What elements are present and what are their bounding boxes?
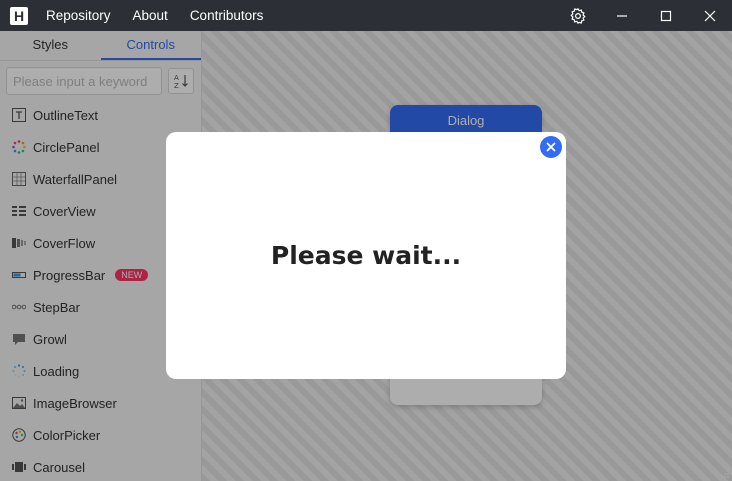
minimize-icon: [617, 14, 627, 17]
maximize-button[interactable]: [644, 0, 688, 31]
dialog-close-button[interactable]: [540, 136, 562, 158]
close-icon: [546, 142, 556, 152]
settings-button[interactable]: [556, 0, 600, 31]
wait-message: Please wait...: [270, 241, 462, 270]
gear-icon: [570, 7, 586, 24]
menu-contributors[interactable]: Contributors: [190, 8, 264, 23]
menu-repository[interactable]: Repository: [46, 8, 111, 23]
minimize-button[interactable]: [600, 0, 644, 31]
close-window-button[interactable]: [688, 0, 732, 31]
wait-dialog: Please wait...: [166, 132, 566, 379]
maximize-icon: [660, 10, 672, 21]
close-icon: [704, 10, 716, 21]
window-controls: [556, 0, 732, 31]
title-bar: H Repository About Contributors: [0, 0, 732, 31]
app-logo: H: [10, 6, 28, 25]
resize-grip-icon[interactable]: [720, 469, 730, 479]
menu-about[interactable]: About: [133, 8, 168, 23]
top-menu: Repository About Contributors: [46, 8, 285, 23]
